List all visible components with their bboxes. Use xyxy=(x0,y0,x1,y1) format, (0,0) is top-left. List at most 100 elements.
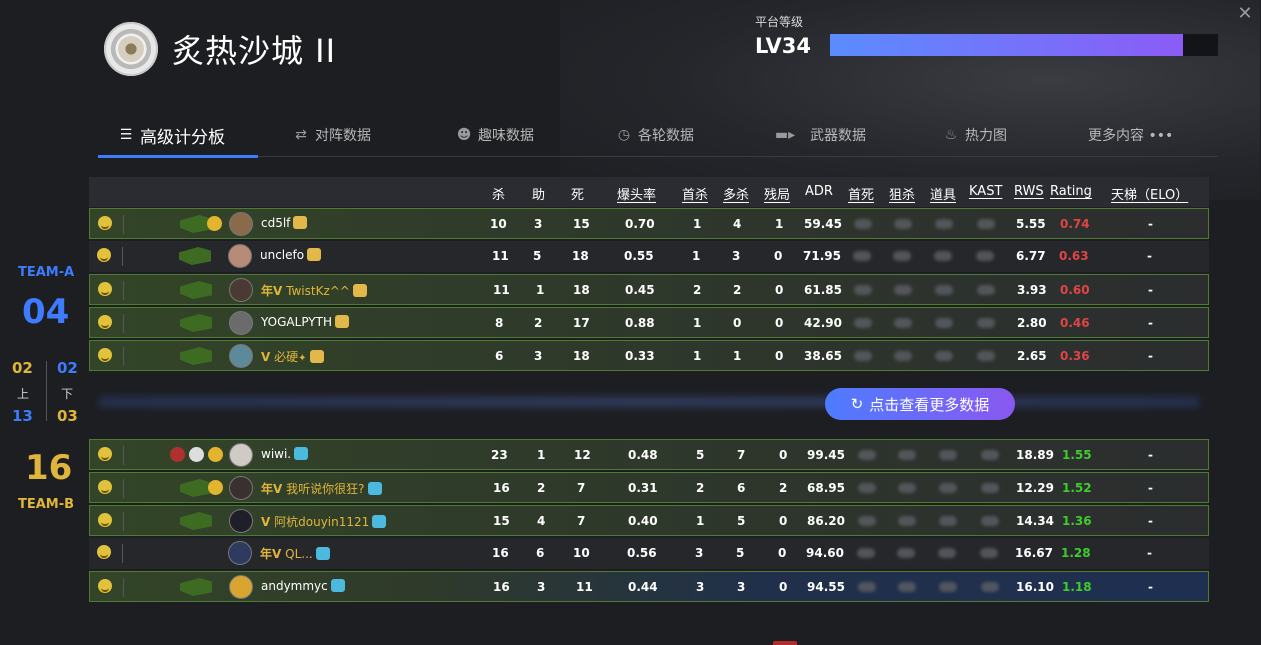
refresh-icon: ↻ xyxy=(850,395,864,413)
cell-assists: 3 xyxy=(534,217,543,231)
player-name-text: QL... xyxy=(285,547,313,561)
half-first-label: 上 xyxy=(17,387,30,401)
tab-heatmap[interactable]: ♨ 热力图 xyxy=(943,120,1007,150)
avatar[interactable] xyxy=(229,509,253,533)
flame-icon: ♨ xyxy=(944,127,958,143)
cell-multi-kill: 2 xyxy=(733,283,742,297)
avatar[interactable] xyxy=(229,344,253,368)
rank-flag-icon xyxy=(180,314,212,332)
player-name[interactable]: V 必硬✦ xyxy=(261,348,324,365)
cell-clutch: 0 xyxy=(775,283,784,297)
star-medal-icon xyxy=(170,447,185,462)
col-utility[interactable]: 道具 xyxy=(930,184,956,203)
player-name[interactable]: 年V TwistKz^^ xyxy=(261,282,367,299)
cell-deaths: 7 xyxy=(577,514,586,528)
half-first-b: 02 xyxy=(57,359,78,377)
table-row[interactable]: wiwi. 23 1 12 0.48 5 7 0 99.45 18.89 1.5… xyxy=(89,439,1209,470)
table-row[interactable]: YOGALPYTH 8 2 17 0.88 1 0 0 42.90 2.80 0… xyxy=(89,307,1209,338)
col-rating[interactable]: Rating xyxy=(1050,184,1092,199)
hidden-stat xyxy=(858,516,876,526)
player-name[interactable]: V 阿杭douyin1121 xyxy=(261,513,387,530)
cell-multi-kill: 0 xyxy=(733,316,742,330)
cell-rws: 3.93 xyxy=(1017,283,1047,297)
player-name[interactable]: 年V 我听说你很狂? xyxy=(261,480,382,497)
col-sniper-kill[interactable]: 狙杀 xyxy=(889,184,915,203)
view-more-data-button[interactable]: ↻ 点击查看更多数据 xyxy=(825,388,1015,420)
tab-weapon-data[interactable]: ▬▸ 武器数据 xyxy=(766,120,866,150)
cell-kills: 16 xyxy=(493,580,510,594)
table-row[interactable]: 年V QL... 16 6 10 0.56 3 5 0 94.60 16.67 … xyxy=(89,538,1209,569)
col-first-death[interactable]: 首死 xyxy=(848,184,874,203)
cell-multi-kill: 5 xyxy=(737,514,746,528)
table-row[interactable]: 年V TwistKz^^ 11 1 18 0.45 2 2 0 61.85 3.… xyxy=(89,274,1209,305)
player-name[interactable]: unclefo xyxy=(260,248,322,262)
col-assists[interactable]: 助 xyxy=(532,184,545,203)
cell-adr: 86.20 xyxy=(807,514,845,528)
avatar[interactable] xyxy=(228,244,252,268)
col-deaths[interactable]: 死 xyxy=(571,184,584,203)
col-adr[interactable]: ADR xyxy=(805,184,833,199)
cell-adr: 71.95 xyxy=(803,249,841,263)
divider xyxy=(122,544,123,563)
hidden-stat xyxy=(977,318,995,328)
col-elo[interactable]: 天梯（ELO） xyxy=(1111,184,1188,203)
cell-elo: - xyxy=(1148,217,1153,231)
vip-badge: 年V xyxy=(261,482,283,496)
divider xyxy=(123,479,124,498)
avatar[interactable] xyxy=(229,212,253,236)
tab-bar: ☰ 高级计分板 ⇄ 对阵数据 ☻ 趣味数据 ◷ 各轮数据 ▬▸ 武器数据 ♨ 热力图 更多内… xyxy=(98,114,1218,158)
cell-kills: 16 xyxy=(493,481,510,495)
tab-versus-data[interactable]: ⇄ 对阵数据 xyxy=(293,120,371,150)
player-name-text: unclefo xyxy=(260,248,305,262)
avatar[interactable] xyxy=(229,278,253,302)
table-row[interactable]: V 必硬✦ 6 3 18 0.33 1 1 0 38.65 2.65 0.36 … xyxy=(89,340,1209,371)
avatar[interactable] xyxy=(229,311,253,335)
player-name[interactable]: YOGALPYTH xyxy=(261,315,349,329)
tab-round-data[interactable]: ◷ 各轮数据 xyxy=(616,120,694,150)
avatar[interactable] xyxy=(229,443,253,467)
cell-deaths: 18 xyxy=(573,283,590,297)
table-row[interactable]: andymmyc 16 3 11 0.44 3 3 0 94.55 16.10 … xyxy=(89,571,1209,602)
cell-clutch: 0 xyxy=(775,316,784,330)
divider xyxy=(123,215,124,234)
col-rws[interactable]: RWS xyxy=(1014,184,1044,199)
col-kast[interactable]: KAST xyxy=(969,184,1002,199)
col-kills[interactable]: 杀 xyxy=(492,184,505,203)
cell-rws: 16.10 xyxy=(1016,580,1054,594)
cell-first-kill: 1 xyxy=(692,249,701,263)
avatar[interactable] xyxy=(229,476,253,500)
cell-kills: 6 xyxy=(495,349,504,363)
level-progress-fill xyxy=(830,34,1184,56)
tab-fun-data[interactable]: ☻ 趣味数据 xyxy=(456,120,534,150)
fist-icon xyxy=(330,579,345,592)
cell-first-kill: 1 xyxy=(693,316,702,330)
table-row[interactable]: unclefo 11 5 18 0.55 1 3 0 71.95 6.77 0.… xyxy=(89,241,1209,272)
col-multi-kill[interactable]: 多杀 xyxy=(723,184,749,203)
col-headshot[interactable]: 爆头率 xyxy=(617,184,656,203)
col-clutch[interactable]: 残局 xyxy=(764,184,790,203)
smile-icon xyxy=(98,447,112,461)
avatar[interactable] xyxy=(228,541,252,565)
clock-icon: ◷ xyxy=(617,127,631,143)
cell-multi-kill: 1 xyxy=(733,349,742,363)
cell-adr: 42.90 xyxy=(804,316,842,330)
cell-clutch: 1 xyxy=(775,217,784,231)
player-name[interactable]: andymmyc xyxy=(261,579,345,593)
table-row[interactable]: V 阿杭douyin1121 15 4 7 0.40 1 5 0 86.20 1… xyxy=(89,505,1209,536)
tab-advanced-scoreboard[interactable]: ☰ 高级计分板 xyxy=(118,120,225,150)
cell-kills: 16 xyxy=(492,546,509,560)
col-first-kill[interactable]: 首杀 xyxy=(682,184,708,203)
player-name[interactable]: wiwi. xyxy=(261,447,309,461)
table-row[interactable]: cd5lf 10 3 15 0.70 1 4 1 59.45 5.55 0.74… xyxy=(89,208,1209,239)
team-b-label: TEAM-B xyxy=(18,497,75,512)
player-name[interactable]: cd5lf xyxy=(261,216,308,230)
player-name[interactable]: 年V QL... xyxy=(260,545,330,562)
cell-adr: 94.55 xyxy=(807,580,845,594)
cell-clutch: 0 xyxy=(779,448,788,462)
tab-more[interactable]: 更多内容 ••• xyxy=(1088,120,1173,150)
hidden-stat xyxy=(981,516,999,526)
table-row[interactable]: 年V 我听说你很狂? 16 2 7 0.31 2 6 2 68.95 12.29… xyxy=(89,472,1209,503)
cell-headshot: 0.44 xyxy=(628,580,658,594)
avatar[interactable] xyxy=(229,575,253,599)
cell-deaths: 17 xyxy=(573,316,590,330)
